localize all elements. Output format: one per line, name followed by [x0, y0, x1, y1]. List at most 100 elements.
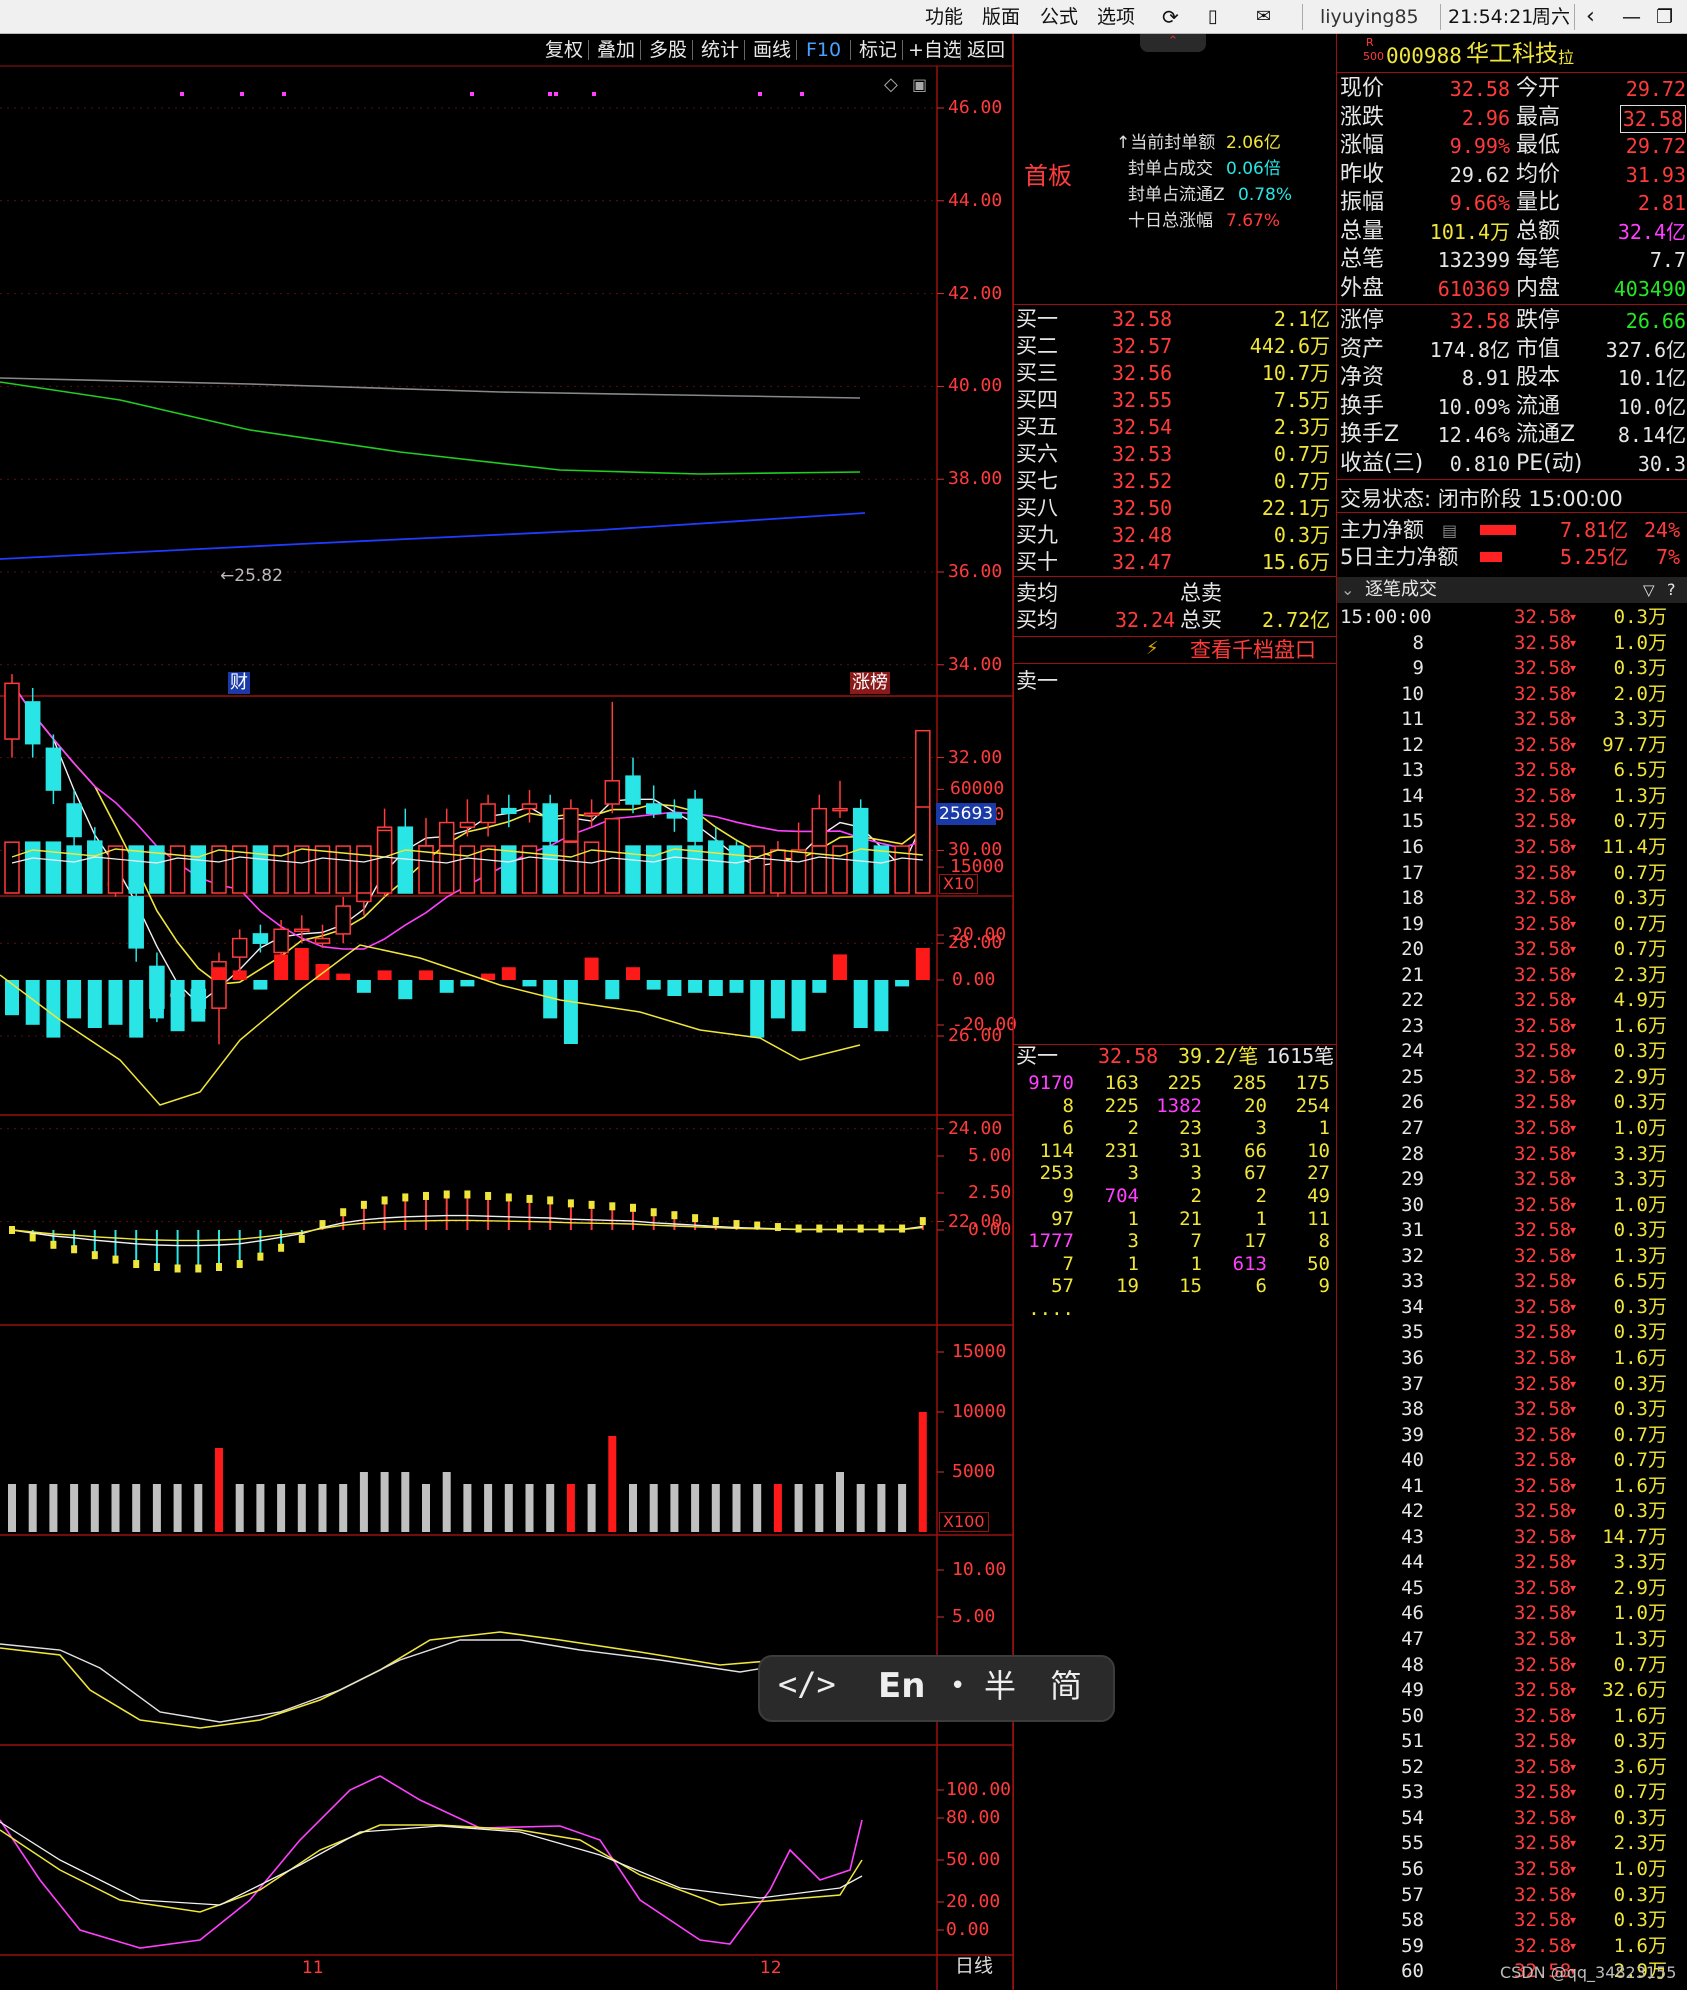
candle-body	[273, 928, 289, 954]
tick-volume: 1.0万	[1613, 1602, 1667, 1625]
queue-cell: 3	[1127, 1230, 1139, 1253]
count-bar	[422, 1484, 430, 1532]
total-buy-label: 总买	[1180, 608, 1222, 632]
tick-volume: 0.3万	[1613, 1500, 1667, 1523]
quote-label: 跌停	[1516, 308, 1561, 333]
refresh-icon[interactable]: ⟳	[1162, 4, 1179, 30]
macd-dot	[71, 1245, 78, 1254]
quote-value: 12.46%	[1437, 423, 1510, 447]
tick-arrow: ▾	[1570, 1504, 1577, 1519]
depth-link[interactable]: 查看千档盘口	[1190, 637, 1316, 663]
queue-count: 1615笔	[1266, 1044, 1335, 1068]
count-bar	[608, 1436, 617, 1532]
tick-volume: 1.0万	[1613, 631, 1667, 654]
tick-minute: 54	[1401, 1806, 1424, 1829]
tick-minute: 57	[1401, 1883, 1424, 1906]
macd-axis-label: 5.00	[968, 1145, 1012, 1166]
limitup-marker[interactable]: 涨榜	[850, 672, 890, 694]
tick-time: 15:00:00	[1340, 606, 1432, 628]
tick-arrow: ▾	[1570, 763, 1577, 778]
macd-dot	[588, 1200, 595, 1209]
candle-body	[501, 807, 517, 815]
tick-minute: 55	[1401, 1832, 1424, 1855]
candle-body	[24, 701, 41, 745]
tick-volume: 1.0万	[1613, 1193, 1667, 1216]
username[interactable]: liyuying85	[1320, 4, 1419, 30]
queue-cell: 2	[1255, 1185, 1267, 1207]
bid-volume: 15.6万	[1261, 550, 1330, 574]
maximize-icon[interactable]: ❐	[1656, 4, 1673, 30]
macd-dot	[423, 1191, 429, 1200]
tick-arrow: ▾	[1570, 1478, 1577, 1493]
tick-minute: 21	[1401, 963, 1424, 986]
tick-price: 32.58	[1514, 733, 1572, 756]
count-bar	[359, 1472, 368, 1532]
panel-toggle-icon[interactable]: ▣	[912, 72, 927, 98]
quote-label: 换手	[1340, 393, 1385, 419]
candle-body	[45, 747, 62, 791]
volume-bar	[107, 845, 124, 894]
queue-cell: 23	[1179, 1117, 1202, 1140]
ime-toolbar[interactable]: </> En • 半 简	[758, 1655, 1115, 1722]
tick-volume: 0.3万	[1613, 1295, 1667, 1318]
moneyflow-bar	[356, 980, 371, 993]
count-bar	[566, 1484, 575, 1532]
tick-arrow: ▾	[1570, 1785, 1577, 1800]
finance-marker[interactable]: 财	[228, 672, 250, 694]
x-label-12: 12	[760, 1958, 782, 1978]
tick-minute: 22	[1401, 989, 1424, 1012]
period-label[interactable]: 日线	[955, 1953, 993, 1979]
moneyflow-bar	[626, 967, 640, 980]
macd-dot	[878, 1224, 885, 1233]
tick-minute: 53	[1401, 1781, 1424, 1804]
quote-value: 9.66%	[1449, 191, 1510, 215]
queue-cell: 2	[1190, 1185, 1202, 1207]
tick-minute: 33	[1401, 1270, 1424, 1293]
tick-minute: 12	[1401, 733, 1424, 756]
tick-volume: 0.3万	[1613, 1398, 1667, 1421]
macd-dot	[381, 1196, 388, 1205]
filter-icon[interactable]: ▽	[1643, 577, 1655, 603]
tick-volume: 6.5万	[1613, 759, 1667, 782]
tick-minute: 27	[1401, 1117, 1424, 1139]
total-sell-label: 总卖	[1180, 581, 1222, 605]
mail-icon[interactable]: ✉	[1256, 4, 1271, 30]
tick-price: 32.58	[1514, 1117, 1572, 1139]
quote-value: 29.72	[1625, 77, 1686, 101]
help-icon[interactable]: ?	[1667, 577, 1676, 603]
tick-minute: 48	[1401, 1653, 1424, 1676]
queue-cell: 8	[1062, 1094, 1074, 1117]
quote-label: 收益(三)	[1340, 450, 1424, 476]
count-bar	[49, 1484, 58, 1532]
queue-cell: 7	[1062, 1252, 1074, 1275]
moneyflow-bar	[191, 980, 206, 1022]
queue-cell: 3	[1127, 1162, 1139, 1185]
bid-price: 32.52	[1112, 469, 1173, 493]
phone-icon[interactable]: ▯	[1208, 4, 1218, 30]
count-bar	[836, 1472, 844, 1532]
queue-cell: 9	[1062, 1185, 1074, 1207]
tick-volume: 0.7万	[1613, 1423, 1667, 1446]
tick-minute: 50	[1401, 1704, 1424, 1727]
back-arrow-icon[interactable]: ‹	[1586, 4, 1595, 30]
collapse-tab[interactable]: ⌃	[1140, 34, 1206, 52]
tick-price: 32.58	[1514, 1730, 1572, 1753]
quote-label: 总量	[1340, 218, 1385, 244]
volume-bar	[645, 845, 662, 894]
tick-minute: 16	[1401, 835, 1424, 858]
quote-label: 均价	[1516, 161, 1561, 187]
tick-arrow: ▾	[1570, 1069, 1577, 1084]
bid-label: 买二	[1016, 334, 1058, 358]
quote-value: 101.4万	[1429, 219, 1510, 244]
menu-formula[interactable]: 公式	[1040, 4, 1078, 30]
count-bar	[856, 1484, 865, 1532]
bid-price: 32.56	[1112, 361, 1173, 385]
candle-body	[252, 933, 269, 944]
moneyflow-bar	[646, 980, 661, 990]
bid-price: 32.57	[1112, 334, 1173, 358]
menu-options[interactable]: 选项	[1097, 4, 1135, 30]
settings-diamond-icon[interactable]: ◇	[884, 72, 898, 98]
minimize-icon[interactable]: —	[1622, 4, 1641, 30]
tick-price: 32.58	[1514, 682, 1572, 705]
collapse-icon[interactable]: ⌄	[1341, 577, 1354, 603]
